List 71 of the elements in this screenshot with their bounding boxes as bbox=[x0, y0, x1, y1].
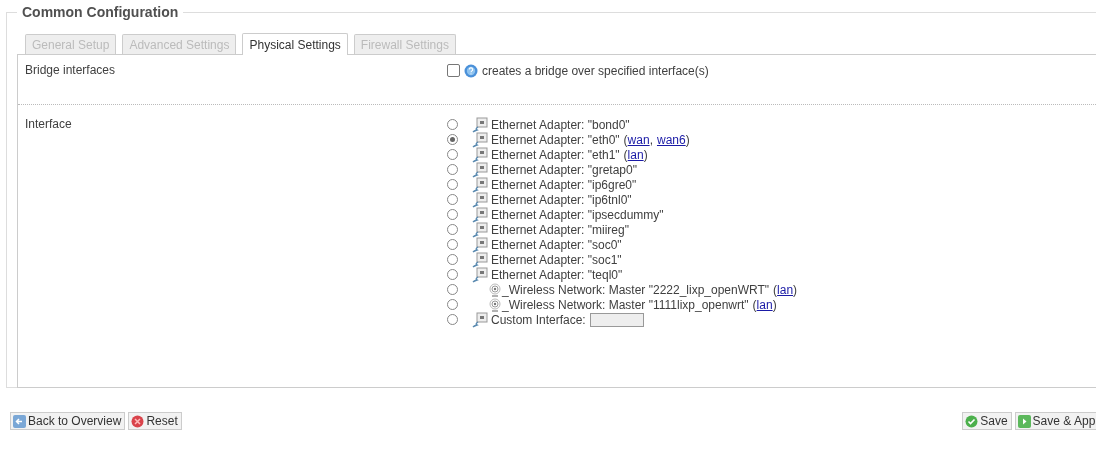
punctuation: ( bbox=[773, 282, 778, 297]
network-adapter-icon bbox=[472, 161, 488, 178]
radio-button[interactable] bbox=[447, 164, 458, 175]
network-adapter-icon bbox=[472, 206, 488, 223]
radio-button[interactable] bbox=[447, 299, 458, 310]
network-adapter-icon bbox=[472, 311, 488, 328]
interface-label: Ethernet Adapter: "bond0" bbox=[491, 117, 630, 132]
interface-label: Ethernet Adapter: "eth0" bbox=[491, 132, 620, 147]
field-label: Interface bbox=[25, 117, 73, 133]
interface-label: Ethernet Adapter: "ip6gre0" bbox=[491, 177, 637, 192]
network-adapter-icon bbox=[472, 191, 488, 208]
back-arrow-icon bbox=[13, 414, 26, 428]
network-link[interactable]: lan bbox=[627, 147, 644, 162]
radio-button[interactable] bbox=[447, 134, 458, 145]
radio-button[interactable] bbox=[447, 179, 458, 190]
punctuation: ( bbox=[623, 132, 628, 147]
radio-button[interactable] bbox=[447, 209, 458, 220]
checkbox[interactable] bbox=[447, 64, 460, 77]
radio-button[interactable] bbox=[447, 239, 458, 250]
interface-label: _Wireless Network: Master "2222_lixp_openWRT" bbox=[502, 282, 770, 297]
network-adapter-icon bbox=[472, 266, 488, 283]
network-link[interactable]: lan bbox=[756, 297, 773, 312]
punctuation: ) bbox=[772, 297, 777, 312]
interface-label: Ethernet Adapter: "ip6tnl0" bbox=[491, 192, 632, 207]
radio-button[interactable] bbox=[447, 254, 458, 265]
network-adapter-icon bbox=[472, 251, 488, 268]
punctuation: ( bbox=[752, 297, 757, 312]
radio-button[interactable] bbox=[447, 224, 458, 235]
interface-label: Custom Interface: bbox=[491, 312, 586, 327]
field-label: Bridge interfaces bbox=[25, 63, 117, 79]
network-adapter-icon bbox=[472, 146, 488, 163]
help-icon[interactable] bbox=[464, 63, 478, 78]
checkmark-icon bbox=[965, 414, 979, 428]
punctuation: ( bbox=[623, 147, 628, 162]
wireless-icon bbox=[488, 282, 502, 297]
play-icon bbox=[1017, 414, 1031, 428]
radio-button[interactable] bbox=[447, 284, 458, 295]
network-adapter-icon bbox=[472, 221, 488, 238]
radio-button[interactable] bbox=[447, 149, 458, 160]
network-link[interactable]: wan6 bbox=[656, 132, 686, 147]
radio-button[interactable] bbox=[447, 269, 458, 280]
interface-label: Ethernet Adapter: "soc0" bbox=[491, 237, 622, 252]
radio-button[interactable] bbox=[447, 314, 458, 325]
network-adapter-icon bbox=[472, 236, 488, 253]
punctuation: , bbox=[649, 132, 653, 147]
interface-label: _Wireless Network: Master "1111lixp_openwrt" bbox=[502, 297, 749, 312]
back-button[interactable]: Back to Overview bbox=[10, 412, 126, 430]
network-adapter-icon bbox=[472, 176, 488, 193]
network-adapter-icon bbox=[472, 116, 488, 133]
interface-label: Ethernet Adapter: "eth1" bbox=[491, 147, 620, 162]
radio-button[interactable] bbox=[447, 194, 458, 205]
interface-label: Ethernet Adapter: "gretap0" bbox=[491, 162, 637, 177]
custom-interface-field[interactable] bbox=[589, 312, 644, 327]
network-link[interactable]: lan bbox=[777, 282, 794, 297]
interface-label: Ethernet Adapter: "ipsecdummy" bbox=[491, 207, 664, 222]
punctuation: ) bbox=[685, 132, 690, 147]
interface-label: Ethernet Adapter: "teql0" bbox=[491, 267, 623, 282]
field-description: creates a bridge over specified interface(s) bbox=[482, 63, 709, 78]
tab[interactable]: Physical Settings bbox=[242, 33, 348, 55]
interface-label: Ethernet Adapter: "miireg" bbox=[491, 222, 629, 237]
save-button[interactable]: Save bbox=[962, 412, 1012, 430]
interface-label: Ethernet Adapter: "soc1" bbox=[491, 252, 622, 267]
punctuation: ) bbox=[793, 282, 798, 297]
reset-icon bbox=[131, 414, 145, 428]
reset-button[interactable]: Reset bbox=[128, 412, 182, 430]
network-adapter-icon bbox=[472, 131, 488, 148]
network-link[interactable]: wan bbox=[627, 132, 650, 147]
section-legend: Common Configuration bbox=[17, 4, 184, 20]
radio-button[interactable] bbox=[447, 119, 458, 130]
punctuation: ) bbox=[643, 147, 648, 162]
wireless-icon bbox=[488, 297, 502, 312]
